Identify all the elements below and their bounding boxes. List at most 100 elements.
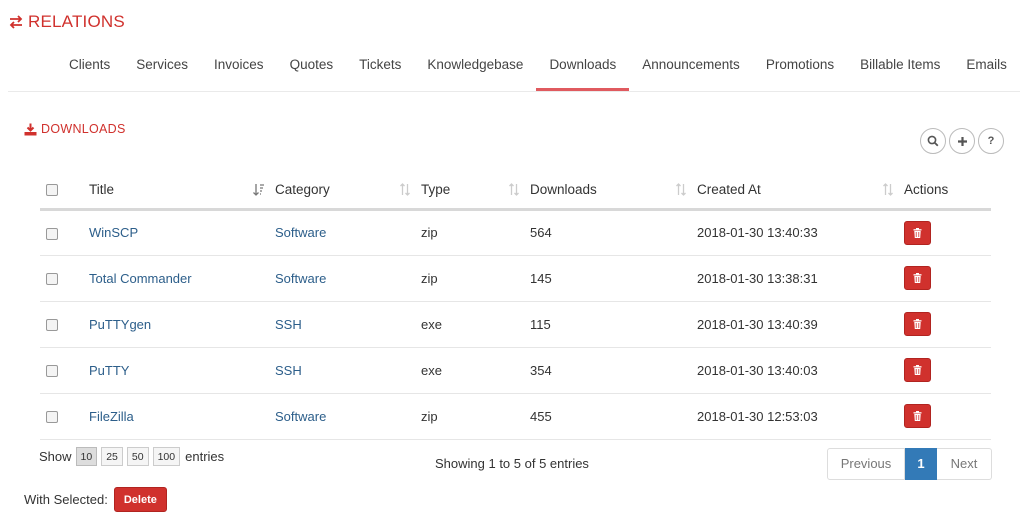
search-button[interactable] xyxy=(920,128,946,154)
tab-billable-items[interactable]: Billable Items xyxy=(847,50,953,92)
download-title-link[interactable]: FileZilla xyxy=(89,409,134,424)
download-title-link[interactable]: PuTTY xyxy=(89,363,129,378)
search-icon xyxy=(927,135,939,147)
tab-services[interactable]: Services xyxy=(123,50,201,92)
column-header-title-label: Title xyxy=(89,181,115,197)
delete-row-button[interactable] xyxy=(904,404,931,428)
downloads-cell: 354 xyxy=(530,347,697,394)
type-cell: zip xyxy=(421,393,530,440)
category-link[interactable]: Software xyxy=(275,225,326,240)
delete-row-button[interactable] xyxy=(904,220,931,245)
category-link[interactable]: Software xyxy=(275,271,326,286)
category-cell: Software xyxy=(275,209,421,256)
category-cell: SSH xyxy=(275,347,421,394)
row-checkbox[interactable] xyxy=(46,273,58,286)
type-cell: zip xyxy=(421,255,530,302)
previous-page-button[interactable]: Previous xyxy=(827,448,905,480)
delete-row-button[interactable] xyxy=(904,312,931,336)
download-title-link[interactable]: WinSCP xyxy=(89,225,138,240)
title-cell: FileZilla xyxy=(89,393,275,440)
downloads-cell: 145 xyxy=(530,255,697,302)
delete-row-button[interactable] xyxy=(904,266,931,290)
page-1-button[interactable]: 1 xyxy=(905,448,937,480)
category-cell: Software xyxy=(275,255,421,302)
tab-invoices[interactable]: Invoices xyxy=(201,50,277,92)
title-cell: PuTTYgen xyxy=(89,301,275,348)
sort-icon xyxy=(676,183,686,196)
created-at-cell: 2018-01-30 13:38:31 xyxy=(697,255,904,302)
column-header-actions: Actions xyxy=(904,171,991,211)
actions-cell xyxy=(904,255,991,302)
plus-icon xyxy=(957,136,967,146)
title-cell: Total Commander xyxy=(89,255,275,302)
column-header-category[interactable]: Category xyxy=(275,171,421,211)
pagination: Previous 1 Next xyxy=(827,448,992,480)
downloads-table: Title Category Type Downloads Created At… xyxy=(40,171,991,440)
downloads-cell: 564 xyxy=(530,209,697,256)
column-header-actions-label: Actions xyxy=(904,181,949,197)
show-label: Show xyxy=(39,449,72,464)
column-header-downloads[interactable]: Downloads xyxy=(530,171,697,211)
tab-clients[interactable]: Clients xyxy=(56,50,123,92)
table-row: WinSCP Software zip 564 2018-01-30 13:40… xyxy=(40,209,991,256)
actions-cell xyxy=(904,393,991,440)
delete-row-button[interactable] xyxy=(904,358,931,382)
row-checkbox[interactable] xyxy=(46,227,58,240)
tab-tickets[interactable]: Tickets xyxy=(346,50,414,92)
table-row: FileZilla Software zip 455 2018-01-30 12… xyxy=(40,393,991,440)
page-length-50[interactable]: 50 xyxy=(126,447,149,466)
page-length-control: Show 10 25 50 100 entries xyxy=(39,447,224,466)
column-header-created-at[interactable]: Created At xyxy=(697,171,904,211)
category-cell: Software xyxy=(275,393,421,440)
help-button[interactable]: ? xyxy=(978,128,1004,154)
page-length-10[interactable]: 10 xyxy=(75,447,98,466)
tab-emails[interactable]: Emails xyxy=(953,50,1020,92)
table-info: Showing 1 to 5 of 5 entries xyxy=(435,456,589,471)
download-title-link[interactable]: Total Commander xyxy=(89,271,192,286)
download-title-link[interactable]: PuTTYgen xyxy=(89,317,151,332)
sort-desc-icon xyxy=(253,184,264,196)
table-header-row: Title Category Type Downloads Created At… xyxy=(40,171,991,211)
trash-icon xyxy=(913,273,922,283)
row-select-cell xyxy=(40,301,89,348)
entries-label: entries xyxy=(185,449,225,464)
row-select-cell xyxy=(40,255,89,302)
add-button[interactable] xyxy=(949,128,975,154)
category-link[interactable]: Software xyxy=(275,409,326,424)
sort-icon xyxy=(509,183,519,196)
tab-promotions[interactable]: Promotions xyxy=(753,50,847,92)
column-header-downloads-label: Downloads xyxy=(530,181,597,197)
table-row: Total Commander Software zip 145 2018-01… xyxy=(40,255,991,302)
actions-cell xyxy=(904,347,991,394)
bulk-delete-button[interactable]: Delete xyxy=(113,487,167,512)
created-at-cell: 2018-01-30 13:40:03 xyxy=(697,347,904,394)
tab-downloads[interactable]: Downloads xyxy=(536,50,630,92)
exchange-icon xyxy=(9,15,23,29)
select-all-checkbox[interactable] xyxy=(46,184,58,197)
title-cell: PuTTY xyxy=(89,347,275,394)
downloads-cell: 455 xyxy=(530,393,697,440)
row-checkbox[interactable] xyxy=(46,365,58,378)
category-cell: SSH xyxy=(275,301,421,348)
tab-announcements[interactable]: Announcements xyxy=(629,50,753,92)
trash-icon xyxy=(913,319,922,329)
page-length-25[interactable]: 25 xyxy=(101,447,123,466)
type-cell: exe xyxy=(421,301,530,348)
select-all-cell xyxy=(40,171,89,211)
column-header-type[interactable]: Type xyxy=(421,171,530,211)
column-header-title[interactable]: Title xyxy=(89,171,275,211)
trash-icon xyxy=(913,227,922,238)
downloads-cell: 115 xyxy=(530,301,697,348)
toolbar: ? xyxy=(920,128,1004,154)
page-length-100[interactable]: 100 xyxy=(152,447,181,466)
category-link[interactable]: SSH xyxy=(275,363,302,378)
row-checkbox[interactable] xyxy=(46,411,58,424)
category-link[interactable]: SSH xyxy=(275,317,302,332)
trash-icon xyxy=(913,411,922,421)
tab-knowledgebase[interactable]: Knowledgebase xyxy=(414,50,536,92)
row-checkbox[interactable] xyxy=(46,319,58,332)
next-page-button[interactable]: Next xyxy=(937,448,992,480)
type-cell: exe xyxy=(421,347,530,394)
tab-quotes[interactable]: Quotes xyxy=(277,50,347,92)
sort-icon xyxy=(883,183,893,196)
